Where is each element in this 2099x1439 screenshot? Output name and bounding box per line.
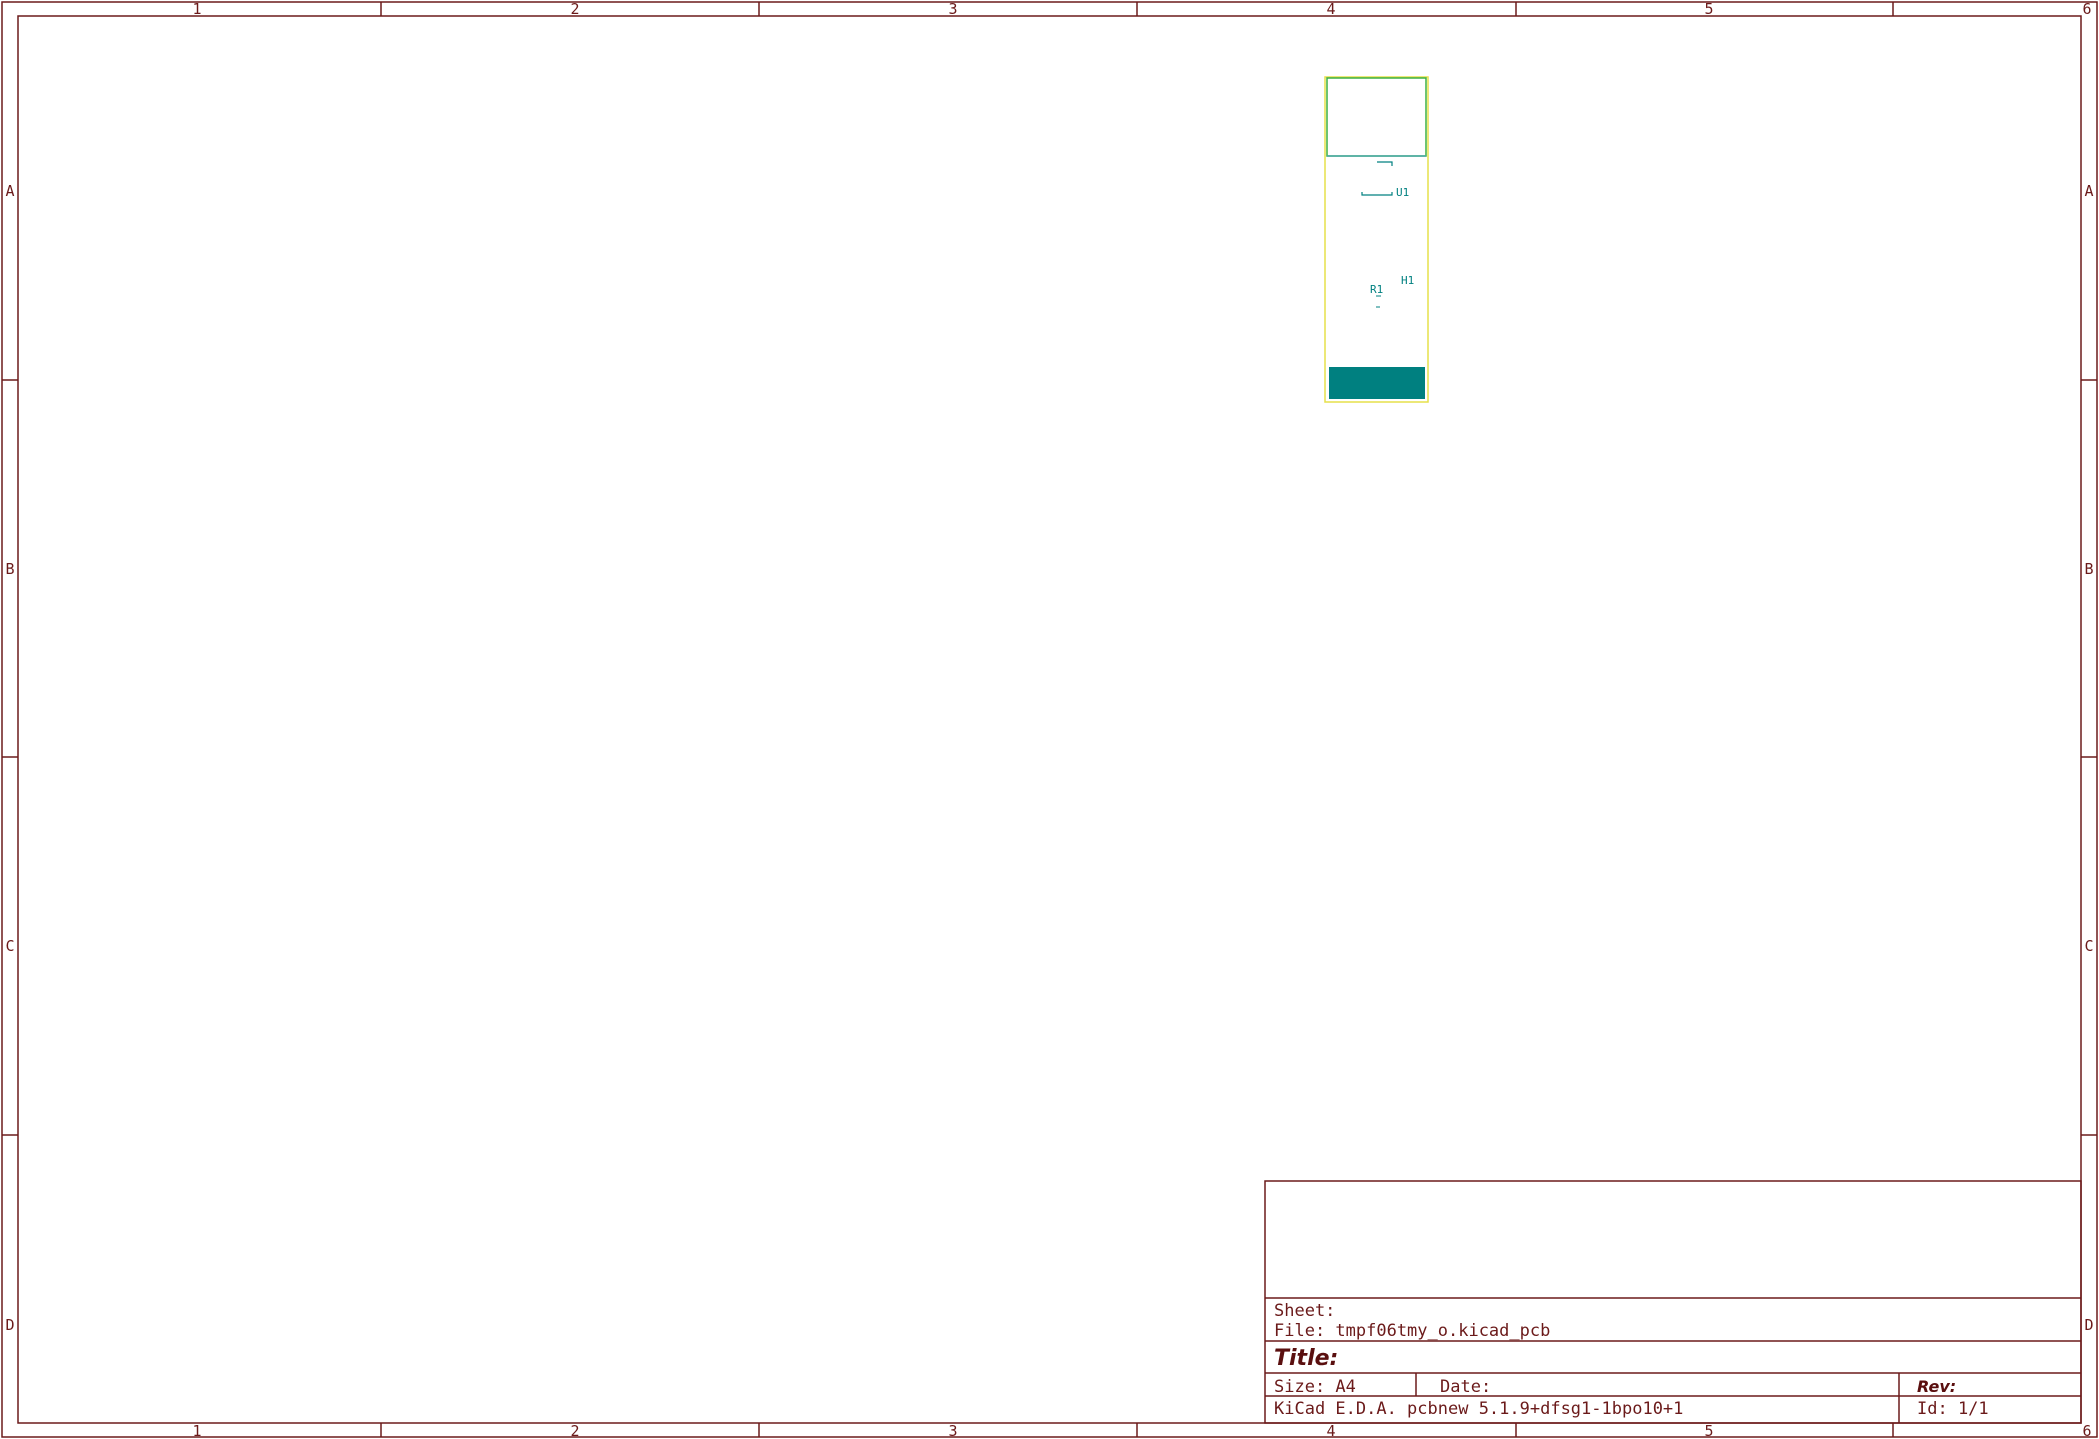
column-label-top-3: 3 <box>948 0 957 18</box>
title-label: Title: <box>1274 1346 1338 1371</box>
app-version-label: KiCad E.D.A. pcbnew 5.1.9+dfsg1-1bpo10+1 <box>1274 1399 1683 1419</box>
column-label-top-6: 6 <box>2082 0 2091 18</box>
row-label-right-c: C <box>2084 937 2093 955</box>
column-label-bottom-6: 6 <box>2082 1422 2091 1439</box>
column-label-top-5: 5 <box>1704 0 1713 18</box>
h1-reference[interactable]: H1 <box>1401 274 1414 287</box>
column-label-bottom-5: 5 <box>1704 1422 1713 1439</box>
u1-reference[interactable]: U1 <box>1396 186 1409 199</box>
rev-label: Rev: <box>1917 1377 1956 1396</box>
row-label-left-b: B <box>5 560 14 578</box>
row-label-left-a: A <box>5 182 14 200</box>
drawing-sheet: 1 2 3 4 5 6 1 2 3 4 5 6 A B C D A B C D … <box>1 0 2098 1439</box>
column-label-top-2: 2 <box>570 0 579 18</box>
courtyard-outline <box>1326 77 1427 157</box>
size-label: Size: A4 <box>1274 1377 1356 1397</box>
u1-silkscreen-bottom <box>1361 192 1393 196</box>
column-label-bottom-2: 2 <box>570 1422 579 1439</box>
column-label-bottom-4: 4 <box>1326 1422 1335 1439</box>
pcb-board[interactable]: U1 H1 R1 <box>1324 76 1429 403</box>
sheet-id-label: Id: 1/1 <box>1917 1399 1989 1419</box>
column-ticks-bottom <box>380 1423 1894 1437</box>
copper-fill-zone[interactable] <box>1329 367 1425 399</box>
sheet-label: Sheet: <box>1274 1301 1335 1321</box>
outer-frame <box>1 1 2098 1438</box>
column-label-bottom-3: 3 <box>948 1422 957 1439</box>
board-edge-outline <box>1324 76 1429 403</box>
r1-reference[interactable]: R1 <box>1370 283 1383 296</box>
file-label: File: tmpf06tmy_o.kicad_pcb <box>1274 1321 1550 1341</box>
column-label-bottom-1: 1 <box>192 1422 201 1439</box>
row-label-right-a: A <box>2084 182 2093 200</box>
column-label-top-1: 1 <box>192 0 201 18</box>
title-block <box>1264 1180 2082 1424</box>
row-ticks-left <box>2 379 18 1136</box>
column-label-top-4: 4 <box>1326 0 1335 18</box>
u1-silkscreen-top <box>1377 161 1393 166</box>
row-label-right-d: D <box>2084 1316 2093 1334</box>
inner-frame <box>17 15 2082 1424</box>
row-label-left-d: D <box>5 1316 14 1334</box>
row-ticks-right <box>2081 379 2097 1136</box>
row-label-left-c: C <box>5 937 14 955</box>
column-ticks-top <box>380 2 1894 16</box>
date-label: Date: <box>1440 1377 1491 1397</box>
row-label-right-b: B <box>2084 560 2093 578</box>
